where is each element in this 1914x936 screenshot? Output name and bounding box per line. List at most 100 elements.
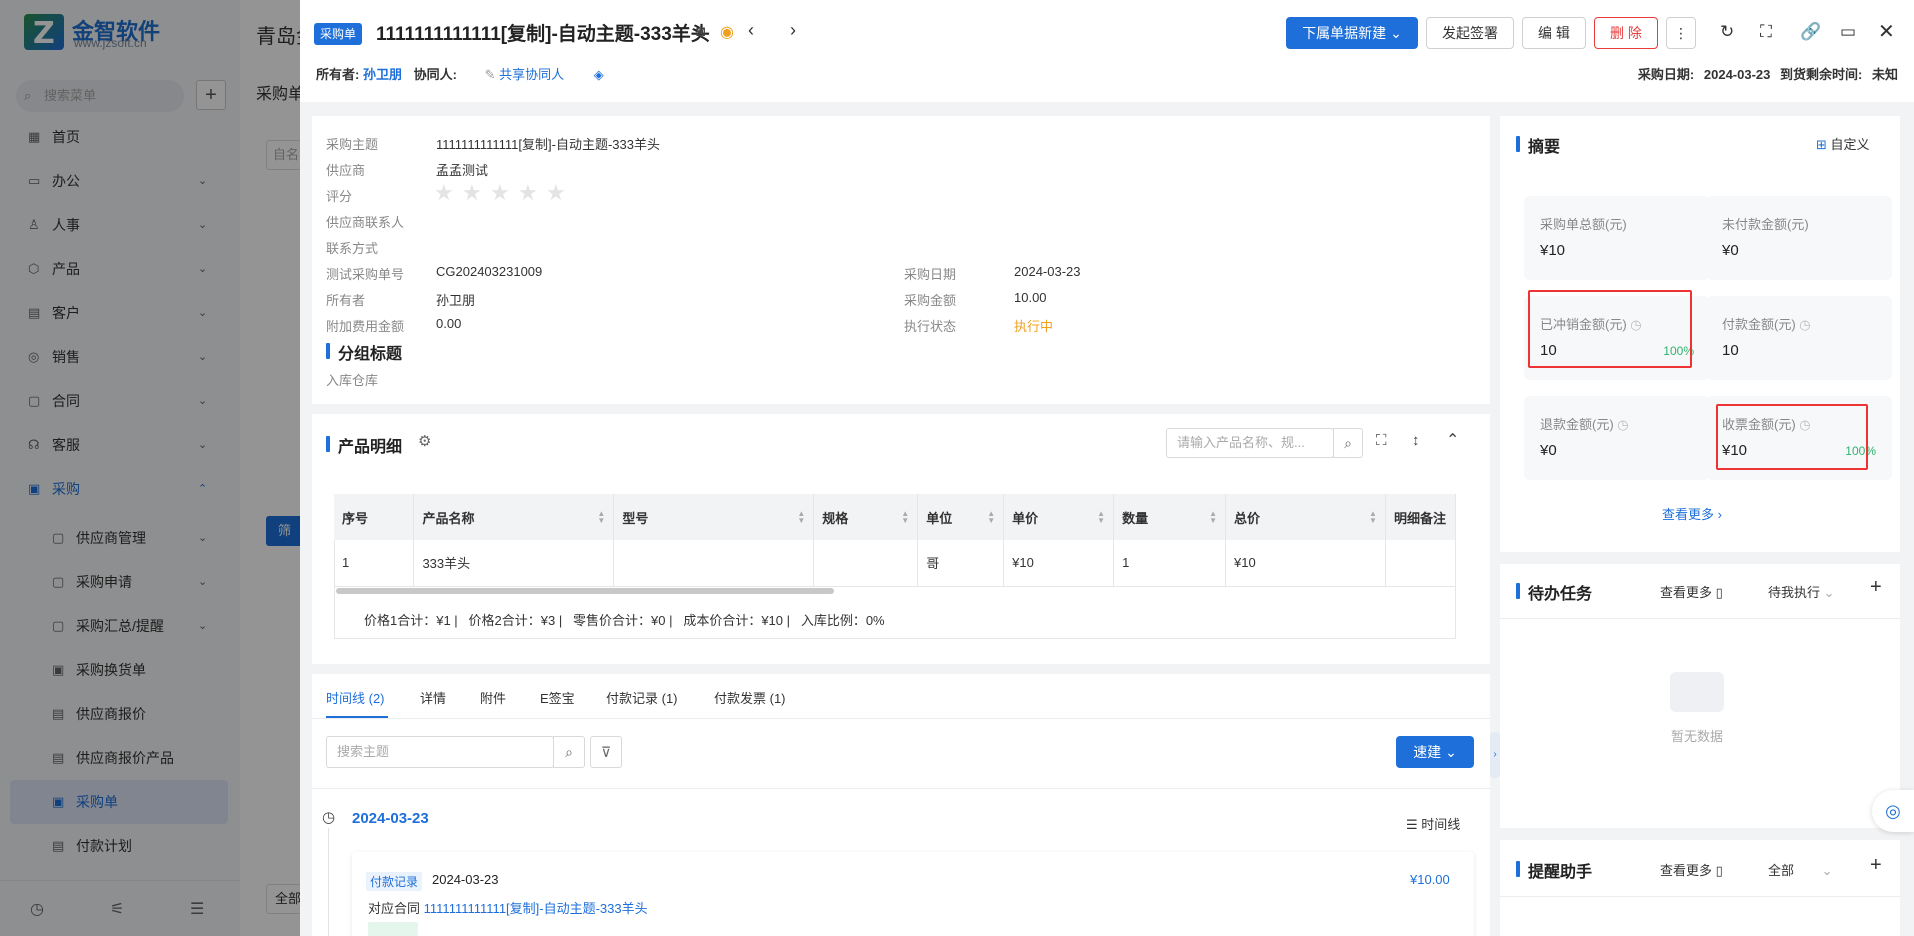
chevron-down-icon: ⌄ bbox=[1823, 585, 1835, 600]
column-header[interactable]: 单价 ▲ ▼ bbox=[1003, 494, 1115, 540]
owner-label: 所有者: bbox=[316, 67, 360, 82]
tag-icon[interactable]: ◈ bbox=[594, 67, 604, 82]
timeline-line bbox=[328, 828, 329, 936]
search-icon[interactable]: ⌕ bbox=[1333, 428, 1363, 458]
field-label: 评分 bbox=[326, 189, 353, 204]
column-header[interactable]: 总价 ▲ ▼ bbox=[1225, 494, 1386, 540]
summary-more-link[interactable]: 查看更多 › bbox=[1662, 504, 1722, 523]
chevron-down-icon: ⌄ bbox=[1821, 863, 1833, 878]
date-info: 采购日期: 2024-03-23 到货剩余时间: 未知 bbox=[1638, 64, 1898, 83]
add-reminder-icon[interactable]: + bbox=[1870, 854, 1882, 877]
edit-button[interactable]: 编 辑 bbox=[1522, 17, 1586, 49]
prev-record-icon[interactable]: ‹ bbox=[748, 20, 754, 41]
field-value: 0.00 bbox=[436, 316, 462, 331]
table-scrollbar[interactable] bbox=[336, 588, 834, 594]
empty-text: 暂无数据 bbox=[1670, 729, 1723, 744]
tab-payment-invoices[interactable]: 付款发票 (1) bbox=[714, 688, 786, 707]
timeline-search-input[interactable]: 搜索主题 bbox=[326, 736, 554, 768]
dock-icon[interactable]: ▭ bbox=[1840, 22, 1856, 42]
warehouse-label: 入库仓库 bbox=[326, 373, 379, 388]
link-icon[interactable]: 🔗 bbox=[1800, 22, 1821, 42]
rating-star-icon[interactable]: ★ bbox=[490, 180, 510, 206]
summary-title: 摘要 bbox=[1516, 133, 1560, 157]
product-search-input[interactable]: 请输入产品名称、规... bbox=[1166, 428, 1334, 458]
clock-icon: ◷ bbox=[1617, 417, 1629, 432]
sort-icon[interactable]: ▲ ▼ bbox=[901, 510, 909, 525]
fullscreen-icon[interactable]: ⛶ bbox=[1760, 22, 1772, 42]
next-record-icon[interactable]: › bbox=[790, 20, 796, 41]
new-child-button[interactable]: 下属单据新建 ⌄ bbox=[1286, 17, 1418, 49]
sign-button[interactable]: 发起签署 bbox=[1426, 17, 1514, 49]
field-value: 2024-03-23 bbox=[1014, 264, 1081, 279]
assistant-float-icon[interactable]: ◎ bbox=[1872, 790, 1914, 832]
table-header-row: 序号 产品名称 ▲ ▼ 型号 ▲ ▼ 规格 ▲ ▼ 单位 ▲ ▼ 单价 ▲ ▼ 数量 ▲ ▼ 总价 ▲ ▼ … bbox=[334, 494, 1457, 540]
sort-icon[interactable]: ▲ ▼ bbox=[597, 510, 605, 525]
remaining-label: 到货剩余时间: bbox=[1780, 67, 1863, 82]
field-value: 10.00 bbox=[1014, 290, 1047, 305]
rating-star-icon[interactable]: ★ bbox=[518, 180, 538, 206]
delete-button[interactable]: 删 除 bbox=[1594, 17, 1658, 49]
gear-icon[interactable]: ⚙ bbox=[418, 432, 431, 450]
sort-icon[interactable]: ▲ ▼ bbox=[1369, 510, 1377, 525]
field-label: 联系方式 bbox=[326, 241, 379, 256]
more-menu-icon[interactable]: ⋮ bbox=[1666, 17, 1696, 49]
tab-payment-records[interactable]: 付款记录 (1) bbox=[606, 688, 678, 707]
tasks-filter-select[interactable]: 待我执行 ⌄ bbox=[1768, 582, 1835, 601]
panel-splitter-handle[interactable]: › bbox=[1490, 732, 1500, 778]
column-header[interactable]: 数量 ▲ ▼ bbox=[1113, 494, 1227, 540]
sort-icon[interactable]: ▲ ▼ bbox=[797, 510, 805, 525]
star-badge-icon[interactable]: ◉ bbox=[720, 22, 734, 42]
field-label: 附加费用金额 bbox=[326, 319, 405, 334]
entry-contract-label: 对应合同 bbox=[368, 901, 421, 916]
detail-card bbox=[312, 116, 1490, 404]
sort-icon[interactable]: ▲ ▼ bbox=[1097, 510, 1105, 525]
owner-value[interactable]: 孙卫朋 bbox=[363, 67, 402, 82]
owner-row: 所有者: 孙卫朋 协同人: ✎ 共享协同人 ◈ bbox=[316, 64, 604, 83]
column-header[interactable]: 产品名称 ▲ ▼ bbox=[413, 494, 615, 540]
collapse-up-icon[interactable]: ⌃ bbox=[1446, 430, 1459, 450]
reminder-more-link[interactable]: 查看更多 ▯ bbox=[1660, 860, 1723, 879]
reminder-filter-select[interactable]: 全部 ⌄ bbox=[1768, 860, 1833, 879]
column-header[interactable]: 明细备注 bbox=[1385, 494, 1457, 540]
rating-star-icon[interactable]: ★ bbox=[434, 180, 454, 206]
tab-attachments[interactable]: 附件 bbox=[480, 688, 506, 707]
column-header[interactable]: 型号 ▲ ▼ bbox=[613, 494, 815, 540]
filter-icon[interactable]: ⊽ bbox=[590, 736, 622, 768]
column-header[interactable]: 序号 bbox=[334, 494, 415, 540]
customize-button[interactable]: ⊞ 自定义 bbox=[1816, 134, 1870, 153]
book-icon: ▯ bbox=[1715, 585, 1723, 600]
tab-esign[interactable]: E签宝 bbox=[540, 688, 575, 707]
timeline-entry-card[interactable] bbox=[352, 852, 1474, 936]
search-icon[interactable]: ⌕ bbox=[553, 736, 585, 768]
list-icon: ☰ bbox=[1406, 817, 1418, 832]
entry-type-badge: 付款记录 bbox=[366, 872, 423, 891]
refresh-icon[interactable]: ↻ bbox=[1720, 22, 1734, 42]
purchase-date-label: 采购日期: bbox=[1637, 67, 1695, 82]
rating-star-icon[interactable]: ★ bbox=[546, 180, 566, 206]
quick-create-button[interactable]: 速建 ⌄ bbox=[1396, 736, 1474, 768]
timeline-view-toggle[interactable]: ☰ 时间线 bbox=[1406, 814, 1460, 833]
column-header[interactable]: 单位 ▲ ▼ bbox=[917, 494, 1005, 540]
sort-icon[interactable]: ▲ ▼ bbox=[987, 510, 995, 525]
rating-star-icon[interactable]: ★ bbox=[462, 180, 482, 206]
tab-timeline[interactable]: 时间线 (2) bbox=[326, 688, 385, 707]
tasks-more-link[interactable]: 查看更多 ▯ bbox=[1660, 582, 1723, 601]
vertical-resize-icon[interactable]: ↕ bbox=[1412, 432, 1420, 449]
share-collab-link[interactable]: 共享协同人 bbox=[499, 67, 564, 82]
clock-icon: ◷ bbox=[1799, 317, 1811, 332]
close-icon[interactable]: ✕ bbox=[1878, 19, 1895, 44]
products-title: 产品明细 bbox=[326, 433, 402, 457]
supplier-link[interactable]: 孟孟测试 bbox=[436, 160, 488, 179]
clock-icon: ◷ bbox=[322, 809, 336, 826]
sort-icon[interactable]: ▲ ▼ bbox=[1209, 510, 1217, 525]
field-label: 测试采购单号 bbox=[326, 267, 405, 282]
chevron-down-icon: ⌄ bbox=[1390, 25, 1402, 41]
metric-paid: 付款金额(元) ◷ 10 bbox=[1706, 296, 1892, 380]
product-name-link[interactable]: 333羊头 bbox=[413, 540, 615, 587]
metric-refund: 退款金额(元) ◷ ¥0 bbox=[1524, 396, 1710, 480]
add-task-icon[interactable]: + bbox=[1870, 576, 1882, 599]
tab-detail[interactable]: 详情 bbox=[420, 688, 446, 707]
entry-contract-link[interactable]: 1111111111111[复制]-自动主题-333羊头 bbox=[424, 901, 648, 916]
expand-icon[interactable]: ⛶ bbox=[1376, 432, 1387, 449]
column-header[interactable]: 规格 ▲ ▼ bbox=[813, 494, 919, 540]
